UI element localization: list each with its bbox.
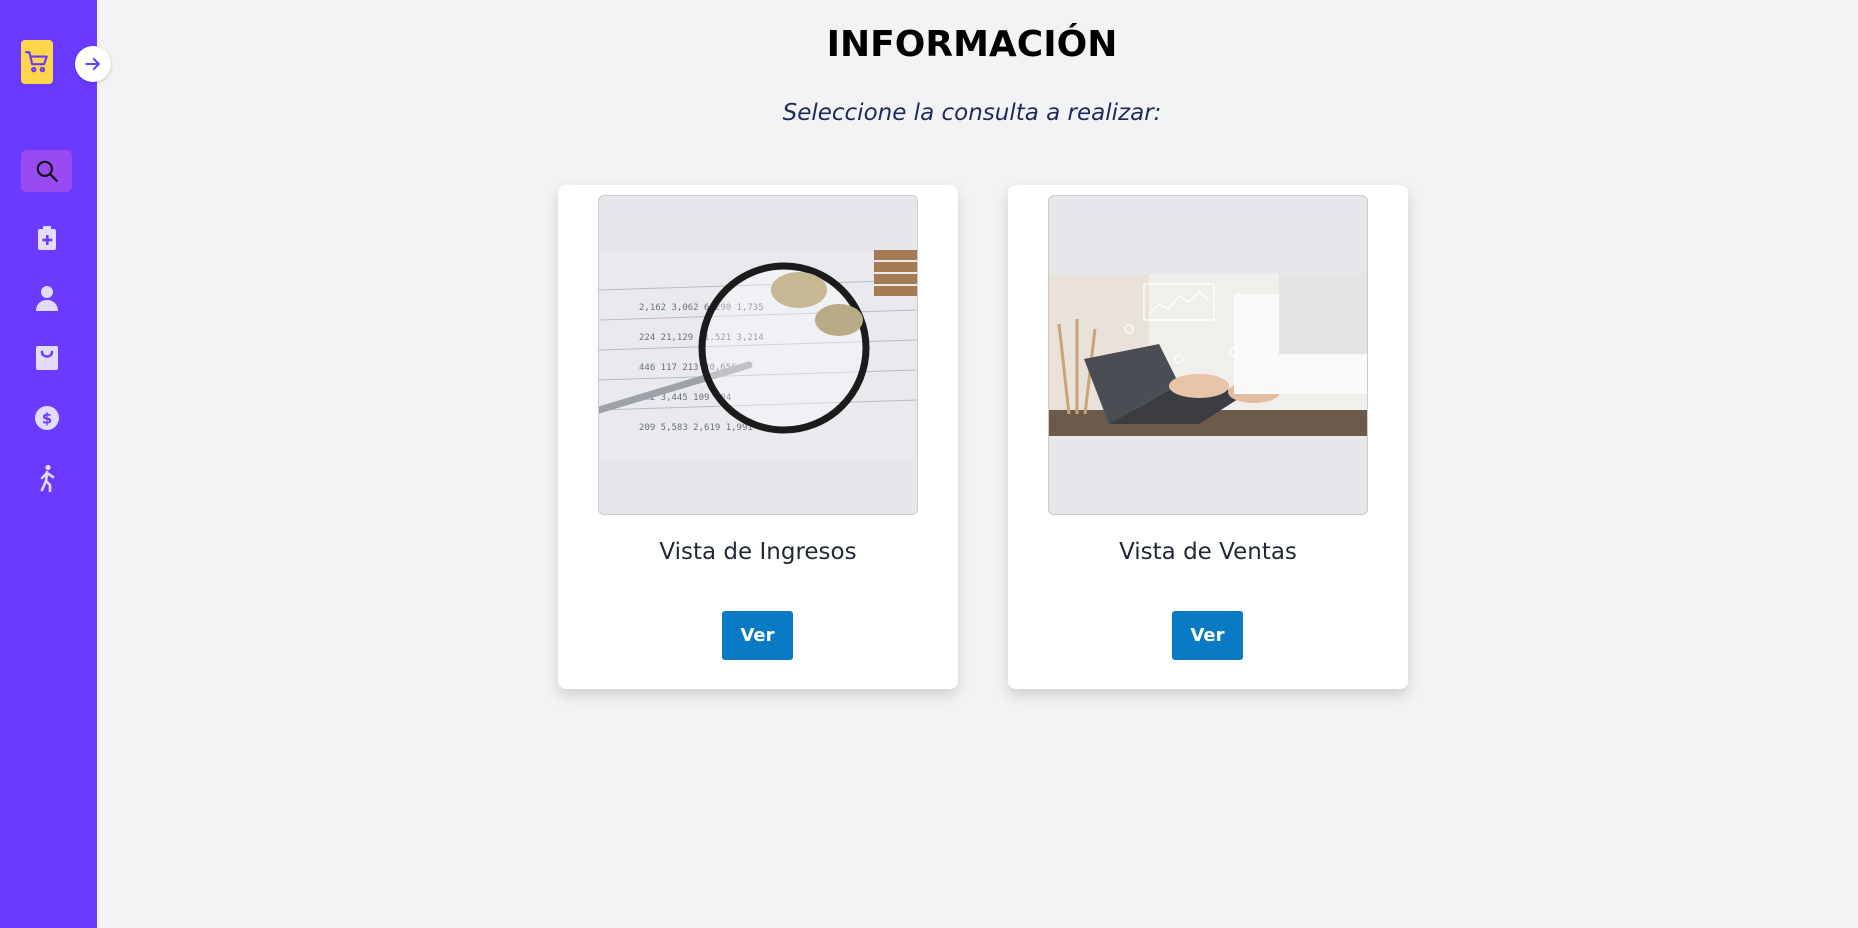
sidebar-item-search[interactable] xyxy=(21,150,72,192)
arrow-right-icon xyxy=(85,57,100,71)
dollar-circle-icon: $ xyxy=(34,406,59,430)
user-icon xyxy=(35,286,58,311)
sidebar: $ xyxy=(0,0,97,928)
sidebar-item-bag[interactable] xyxy=(21,337,72,379)
sidebar-item-clipboard[interactable] xyxy=(21,217,72,259)
shopping-cart-icon xyxy=(25,51,48,73)
walking-person-icon xyxy=(40,464,54,492)
card-image-ingresos: 2,162 3,062 6,290 1,735 224 21,129 41,52… xyxy=(598,195,918,515)
card-ventas: Vista de Ventas Ver xyxy=(1008,185,1408,689)
sidebar-item-exit[interactable] xyxy=(21,457,72,499)
main-content: INFORMACIÓN Seleccione la consulta a rea… xyxy=(97,0,1858,928)
sidebar-toggle-button[interactable] xyxy=(75,46,111,82)
sidebar-item-finance[interactable]: $ xyxy=(21,397,72,439)
card-ingresos: 2,162 3,062 6,290 1,735 224 21,129 41,52… xyxy=(558,185,958,689)
app-logo[interactable] xyxy=(21,40,53,84)
page-title: INFORMACIÓN xyxy=(826,24,1118,65)
svg-text:$: $ xyxy=(41,410,51,428)
card-image-ventas xyxy=(1048,195,1368,515)
clipboard-plus-icon xyxy=(37,226,56,250)
shopping-bag-icon xyxy=(35,346,58,370)
card-title-ventas: Vista de Ventas xyxy=(1119,539,1297,565)
page-subtitle: Seleccione la consulta a realizar: xyxy=(782,100,1162,126)
svg-text:209 5,583 2,619 1,991: 209 5,583 2,619 1,991 xyxy=(639,423,753,433)
ver-ingresos-button[interactable]: Ver xyxy=(722,611,793,660)
card-title-ingresos: Vista de Ingresos xyxy=(659,539,857,565)
search-icon xyxy=(36,160,58,182)
sidebar-item-user[interactable] xyxy=(21,277,72,319)
magnifier-financial-report-photo: 2,162 3,062 6,290 1,735 224 21,129 41,52… xyxy=(599,250,917,460)
laptop-data-analytics-photo xyxy=(1049,274,1367,436)
ver-ventas-button[interactable]: Ver xyxy=(1172,611,1243,660)
